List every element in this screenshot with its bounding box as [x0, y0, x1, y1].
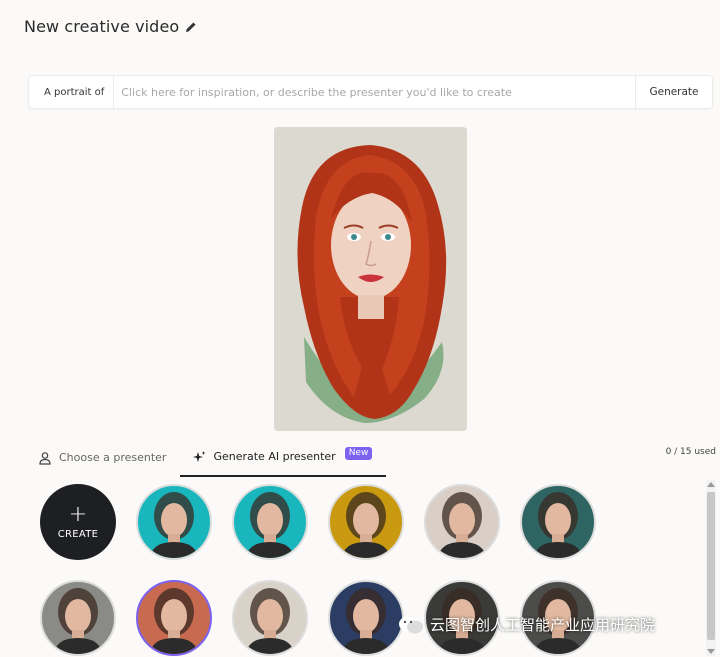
page-header: New creative video	[24, 17, 197, 36]
presenter-description-input[interactable]	[114, 76, 635, 108]
watermark: 云图智创人工智能产业应用研究院	[398, 614, 655, 635]
plus-icon: +	[68, 502, 88, 527]
scrollbar-thumb[interactable]	[707, 492, 715, 640]
avatar-woman-tied-hair-teal[interactable]	[232, 484, 308, 560]
create-presenter-button[interactable]: + CREATE	[40, 484, 116, 560]
new-badge: New	[344, 447, 373, 460]
presenter-tabs: Choose a presenter Generate AI presenter…	[30, 447, 387, 477]
avatar-woman-dark-hair-teal[interactable]	[136, 484, 212, 560]
avatar-woman-navy[interactable]	[328, 580, 404, 656]
page-title: New creative video	[24, 17, 180, 36]
avatar-woman-dark-teal[interactable]	[520, 484, 596, 560]
generate-button[interactable]: Generate	[635, 76, 712, 108]
prompt-bar: A portrait of Generate	[28, 75, 713, 109]
avatar-man-light-beige[interactable]	[424, 484, 500, 560]
generated-portrait-preview	[274, 127, 467, 431]
person-icon	[39, 451, 51, 465]
tab-label: Generate AI presenter	[213, 450, 336, 463]
wechat-icon	[399, 616, 423, 633]
watermark-text: 云图智创人工智能产业应用研究院	[430, 616, 656, 634]
avatar-woman-dark-curly[interactable]	[232, 580, 308, 656]
tab-label: Choose a presenter	[59, 451, 167, 464]
scroll-up-arrow-icon[interactable]	[707, 482, 715, 487]
tab-choose-presenter[interactable]: Choose a presenter	[30, 447, 176, 477]
avatar-man-glasses[interactable]	[40, 580, 116, 656]
prompt-prefix-label: A portrait of	[29, 76, 115, 108]
scroll-down-arrow-icon[interactable]	[707, 649, 715, 654]
avatar-bald-figure-gold[interactable]	[328, 484, 404, 560]
avatar-woman-red-hair[interactable]	[136, 580, 212, 656]
scrollbar[interactable]	[706, 480, 716, 656]
usage-counter: 0 / 15 used	[665, 447, 716, 457]
sparkle-icon	[193, 450, 206, 462]
pencil-icon[interactable]	[185, 21, 197, 33]
tab-generate-ai-presenter[interactable]: Generate AI presenter New	[180, 447, 387, 477]
